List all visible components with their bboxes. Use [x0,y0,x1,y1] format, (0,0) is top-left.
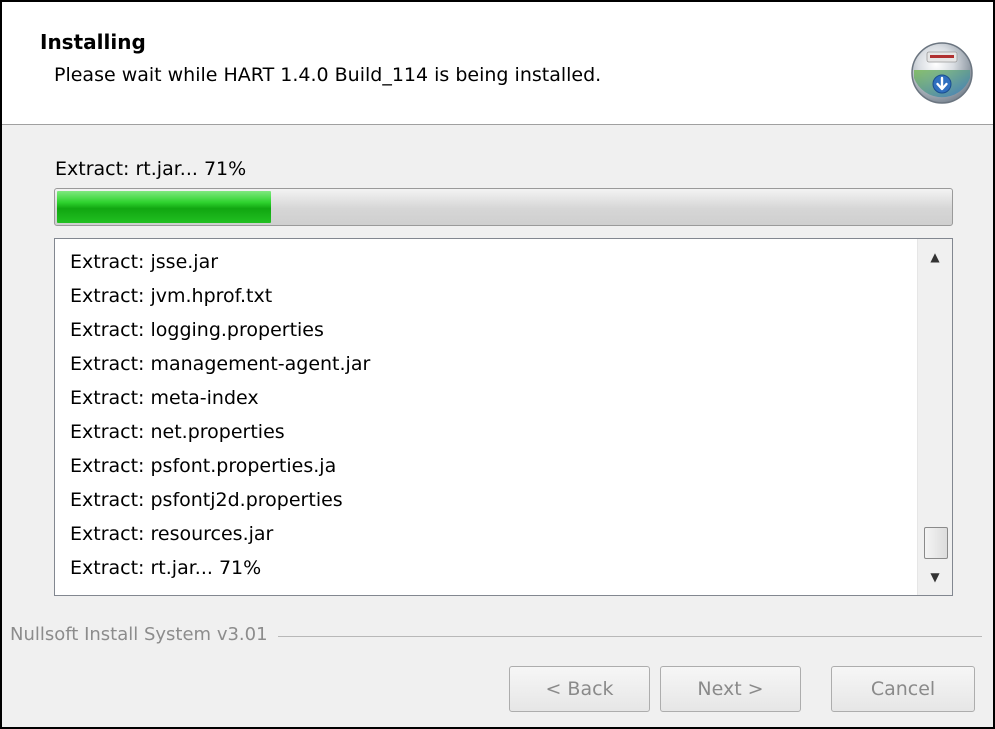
log-entry: Extract: net.properties [70,421,285,443]
log-entry: Extract: management-agent.jar [70,353,371,375]
status-text: Extract: rt.jar... 71% [55,158,247,180]
back-button[interactable]: < Back [509,666,650,712]
header-panel: Installing Please wait while HART 1.4.0 … [2,2,993,125]
scroll-thumb[interactable] [924,527,948,559]
log-entry: Extract: psfont.properties.ja [70,455,337,477]
details-log[interactable]: Extract: jsse.jar Extract: jvm.hprof.txt E… [54,238,953,596]
log-entry: Extract: rt.jar... 71% [70,557,262,579]
log-entry: Extract: resources.jar [70,523,274,545]
scroll-up-arrow-icon[interactable]: ▲ [918,241,952,273]
page-subtitle: Please wait while HART 1.4.0 Build_114 i… [54,64,602,86]
vertical-scrollbar[interactable]: ▲ ▼ [917,239,952,595]
log-entry: Extract: meta-index [70,387,259,409]
log-entry: Extract: jvm.hprof.txt [70,285,273,307]
cancel-button[interactable]: Cancel [831,666,975,712]
log-list: Extract: jsse.jar Extract: jvm.hprof.txt E… [70,245,370,585]
page-title: Installing [40,30,146,54]
log-entry: Extract: logging.properties [70,319,324,341]
next-button[interactable]: Next > [660,666,801,712]
installer-disc-icon [911,42,973,104]
progress-bar [54,188,953,226]
installer-window: Installing Please wait while HART 1.4.0 … [0,0,995,729]
progress-fill [57,191,271,223]
branding-text: Nullsoft Install System v3.01 [10,624,278,645]
log-entry: Extract: psfontj2d.properties [70,489,343,511]
log-entry: Extract: jsse.jar [70,251,219,273]
scroll-down-arrow-icon[interactable]: ▼ [918,561,952,593]
